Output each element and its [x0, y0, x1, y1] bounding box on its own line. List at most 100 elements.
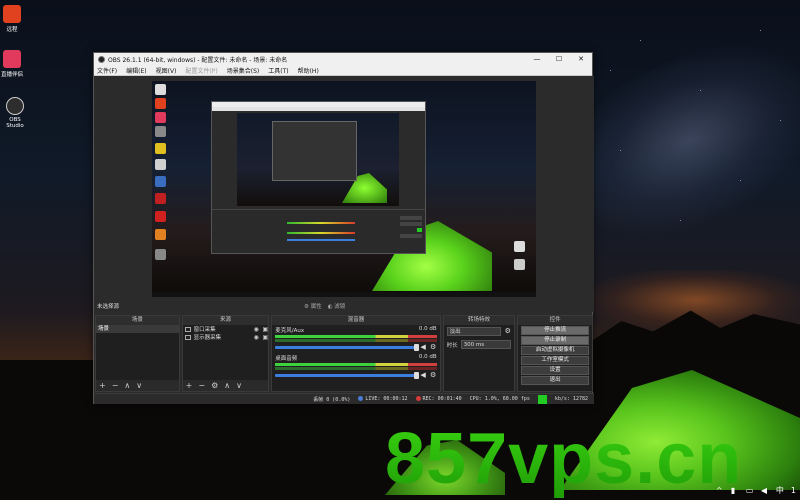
menu-tools[interactable]: 工具(T) — [268, 66, 288, 75]
move-up-icon[interactable]: ∧ — [224, 381, 230, 390]
arrow-up-icon[interactable]: ^ — [716, 486, 724, 495]
controls-dock: 控件 停止推流 停止录制 启动虚拟摄像机 工作室模式 设置 退出 — [517, 315, 593, 392]
dock-area: 场景 场景 + − ∧ ∨ 来源 窗口采集 ◉ ▣ 显示器采集 ◉ ▣ + − … — [94, 315, 594, 392]
preview-desktop-icon — [155, 176, 166, 187]
network-icon[interactable]: ▭ — [746, 486, 754, 495]
gear-icon[interactable]: ⚙ — [430, 372, 437, 379]
clock[interactable]: 1 — [791, 486, 796, 495]
speaker-icon[interactable]: ◀ — [420, 344, 427, 351]
bitrate-status: kb/s: 12782 — [554, 396, 588, 402]
window-title: OBS 26.1.1 (64-bit, windows) - 配置文件: 未命名… — [108, 56, 288, 64]
filters-button[interactable]: ◐ 滤镜 — [328, 302, 346, 310]
menu-file[interactable]: 文件(F) — [97, 66, 117, 75]
preview-desktop-icon — [155, 211, 166, 222]
preview-desktop-icon — [155, 249, 166, 260]
volume-icon[interactable]: ◀ — [761, 486, 769, 495]
desktop-icon-remote[interactable]: 远程 — [0, 5, 24, 33]
desktop-icon-label: 直播伴侣 — [0, 72, 23, 78]
stream-health-indicator — [537, 394, 547, 404]
duration-field[interactable]: 300 ms — [460, 340, 512, 349]
window-capture-icon — [184, 326, 191, 332]
volume-slider-handle[interactable] — [413, 372, 419, 379]
mixer-dock-title: 混音器 — [272, 316, 440, 325]
speaker-icon[interactable]: ◀ — [420, 372, 427, 379]
volume-slider[interactable] — [275, 372, 419, 379]
close-button[interactable]: ✕ — [570, 55, 592, 63]
obs-logo-icon — [98, 55, 105, 63]
preview-desktop-icon — [155, 112, 166, 123]
visibility-eye-icon[interactable]: ◉ — [253, 326, 259, 333]
stop-recording-button[interactable]: 停止录制 — [521, 336, 589, 345]
menu-edit[interactable]: 编辑(E) — [126, 66, 146, 75]
remove-source-icon[interactable]: − — [198, 381, 205, 390]
move-down-icon[interactable]: ∨ — [136, 381, 142, 390]
stop-streaming-button[interactable]: 停止推流 — [521, 326, 589, 335]
exit-button[interactable]: 退出 — [521, 376, 589, 385]
gear-icon[interactable]: ⚙ — [504, 328, 511, 335]
channel-name: 麦克风/Aux — [275, 328, 305, 334]
move-down-icon[interactable]: ∨ — [236, 381, 242, 390]
preview-desktop-icon — [155, 143, 166, 154]
maximize-button[interactable]: ☐ — [548, 55, 570, 63]
desktop-icon-obs-studio[interactable]: OBS Studio — [0, 97, 30, 129]
sources-dock-title: 来源 — [182, 316, 269, 325]
rec-time: REC: 00:01:40 — [422, 396, 462, 402]
settings-button[interactable]: 设置 — [521, 366, 589, 375]
menu-profile[interactable]: 配置文件(P) — [185, 66, 217, 75]
add-scene-icon[interactable]: + — [99, 381, 106, 390]
desktop-icon-label: OBS Studio — [6, 117, 24, 129]
live-status: LIVE: 00:00:12 — [358, 396, 408, 402]
menu-view[interactable]: 视图(V) — [156, 66, 177, 75]
scene-list-item[interactable]: 场景 — [96, 325, 179, 333]
preview-desktop-icon — [155, 229, 166, 240]
source-item-window-capture[interactable]: 窗口采集 ◉ ▣ — [183, 325, 269, 333]
filters-label: 滤镜 — [334, 304, 346, 310]
audio-meter — [275, 363, 437, 366]
volume-slider[interactable] — [275, 344, 419, 351]
transitions-dock-title: 转场特效 — [443, 316, 515, 325]
source-label: 显示器采集 — [193, 335, 222, 341]
input-method-indicator[interactable]: 中 — [776, 485, 784, 496]
volume-slider-handle[interactable] — [413, 344, 419, 351]
desktop-icon-live-companion[interactable]: 直播伴侣 — [0, 50, 24, 78]
source-item-display-capture[interactable]: 显示器采集 ◉ ▣ — [183, 333, 269, 341]
nested-inner-window — [272, 121, 357, 181]
rec-indicator-icon — [415, 396, 421, 401]
studio-mode-button[interactable]: 工作室模式 — [521, 356, 589, 365]
nested-docks — [212, 209, 425, 253]
scene-transitions-dock: 转场特效 淡出 ⚙ 时长 300 ms — [442, 315, 516, 392]
lock-icon[interactable]: ▣ — [262, 326, 268, 333]
gear-icon[interactable]: ⚙ — [430, 344, 437, 351]
audio-meter — [275, 367, 437, 370]
channel-name: 桌面音频 — [275, 356, 298, 362]
microphone-icon[interactable]: ▮ — [731, 486, 739, 495]
transition-select[interactable]: 淡出 — [446, 327, 502, 336]
live-indicator-icon — [358, 396, 364, 401]
menu-scene-collection[interactable]: 场景集合(S) — [227, 66, 260, 75]
move-up-icon[interactable]: ∧ — [124, 381, 130, 390]
properties-label: 属性 — [310, 304, 322, 310]
lock-icon[interactable]: ▣ — [262, 334, 268, 341]
properties-button[interactable]: ⚙ 属性 — [304, 302, 322, 310]
live-companion-icon — [3, 50, 21, 68]
menu-bar: 文件(F) 编辑(E) 视图(V) 配置文件(P) 场景集合(S) 工具(T) … — [94, 65, 592, 76]
rec-status: REC: 00:01:40 — [415, 396, 462, 402]
preview-desktop-icon — [155, 126, 166, 137]
duration-label: 时长 — [446, 342, 458, 349]
start-virtual-camera-button[interactable]: 启动虚拟摄像机 — [521, 346, 589, 355]
sources-dock-footer: + − ⚙ ∧ ∨ — [182, 380, 269, 391]
status-bar: 丢帧 0 (0.0%) LIVE: 00:00:12 REC: 00:01:40… — [94, 393, 594, 404]
display-capture-icon — [184, 334, 191, 340]
scenes-dock-title: 场景 — [96, 316, 179, 325]
visibility-eye-icon[interactable]: ◉ — [253, 334, 259, 341]
minimize-button[interactable]: — — [526, 55, 548, 63]
preview-canvas[interactable] — [152, 81, 536, 297]
menu-help[interactable]: 帮助(H) — [298, 66, 319, 75]
channel-db: 0.0 dB — [418, 326, 437, 332]
preview-taskbar — [152, 292, 536, 297]
mixer-channel-mic: 麦克风/Aux 0.0 dB ◀ ⚙ — [272, 325, 439, 353]
gear-icon[interactable]: ⚙ — [211, 381, 218, 390]
add-source-icon[interactable]: + — [186, 381, 193, 390]
remove-scene-icon[interactable]: − — [112, 381, 119, 390]
preview-area[interactable] — [94, 76, 594, 300]
